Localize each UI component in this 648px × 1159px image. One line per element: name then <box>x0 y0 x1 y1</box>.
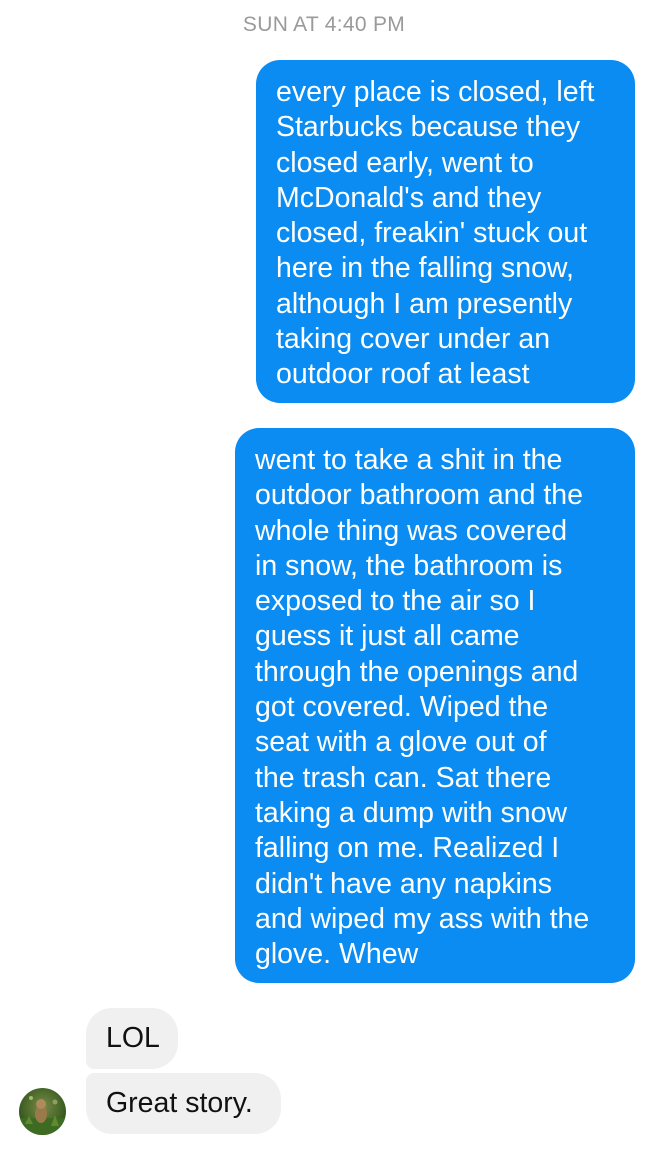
outgoing-message-bubble[interactable]: every place is closed, left Starbucks be… <box>256 60 635 403</box>
message-text-line: outdoor roof at least <box>276 358 530 391</box>
message-text-line: closed early, went to <box>276 146 534 179</box>
message-text-line: whole thing was covered <box>255 514 568 547</box>
conversation-timestamp: SUN AT 4:40 PM <box>242 13 406 36</box>
message-text-line: seat with a glove out of <box>255 726 547 759</box>
message-text-line: taking a dump with snow <box>255 796 568 829</box>
message-text-line: through the openings and <box>255 655 579 688</box>
message-text-line: got covered. Wiped the <box>255 691 549 724</box>
message-text-line: closed, freakin' stuck out <box>276 217 588 250</box>
message-text-line: although I am presently <box>276 287 573 320</box>
incoming-message-bubble[interactable]: LOL <box>86 1008 178 1069</box>
message-text-line: every place is closed, left <box>276 76 595 108</box>
message-text-line: exposed to the air so I <box>255 585 536 618</box>
message-text-line: guess it just all came <box>255 620 520 653</box>
contact-avatar[interactable] <box>19 1088 66 1135</box>
incoming-message-bubble[interactable]: Great story. <box>86 1073 281 1134</box>
message-text-line: falling on me. Realized I <box>255 832 560 865</box>
message-text-line: here in the falling snow, <box>276 252 574 285</box>
message-text-line: the trash can. Sat there <box>255 761 552 794</box>
message-text-line: and wiped my ass with the <box>255 902 590 935</box>
message-text-line: taking cover under an <box>276 323 551 356</box>
message-text: Great story. <box>106 1087 253 1119</box>
message-text-line: didn't have any napkins <box>255 867 552 900</box>
message-text-line: Starbucks because they <box>276 111 581 144</box>
message-text-line: outdoor bathroom and the <box>255 479 583 512</box>
message-text: LOL <box>106 1022 160 1054</box>
message-text-line: glove. Whew <box>255 938 419 971</box>
message-text-line: went to take a shit in the <box>255 444 563 476</box>
avatar-photo-icon <box>19 1088 66 1135</box>
outgoing-message-bubble[interactable]: went to take a shit in the outdoor bathr… <box>235 428 635 983</box>
message-text-line: in snow, the bathroom is <box>255 549 563 582</box>
message-text-line: McDonald's and they <box>276 181 542 214</box>
